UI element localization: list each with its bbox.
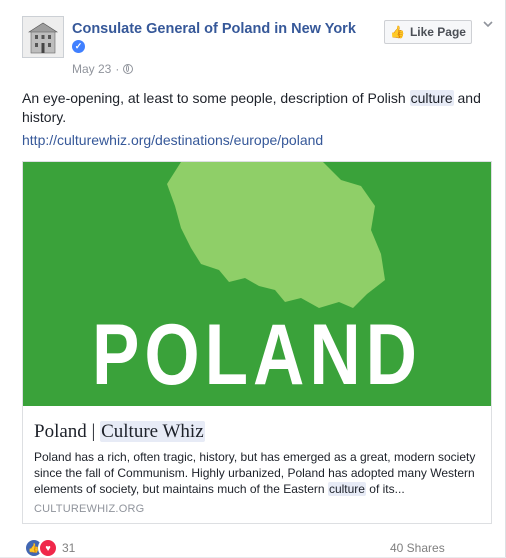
reactions-summary[interactable]: 👍 ♥ 31 — [24, 538, 75, 558]
chevron-down-icon[interactable] — [482, 18, 494, 30]
meta-separator: · — [115, 62, 120, 76]
verified-badge-icon: ✓ — [72, 40, 85, 53]
link-preview-domain: CULTUREWHIZ.ORG — [34, 503, 145, 515]
desc-end: of its... — [365, 482, 405, 496]
post-message: An eye-opening, at least to some people,… — [22, 89, 494, 127]
post-url-link[interactable]: http://culturewhiz.org/destinations/euro… — [22, 132, 323, 148]
reaction-count[interactable]: 31 — [62, 541, 75, 555]
post-meta: May 23 · — [72, 62, 134, 76]
desc-start: Poland has a rich, often tragic, history… — [34, 450, 476, 496]
love-reaction-icon: ♥ — [38, 538, 58, 558]
globe-icon[interactable] — [123, 64, 134, 74]
title-prefix: Poland | — [34, 421, 101, 442]
post-date[interactable]: May 23 — [72, 62, 111, 76]
post-card: Consulate General of Poland in New York … — [0, 0, 506, 558]
link-preview-image[interactable]: POLAND — [23, 162, 491, 406]
desc-highlight-culture[interactable]: culture — [327, 482, 366, 496]
like-page-button[interactable]: 👍 Like Page — [384, 20, 472, 44]
post-text-start: An eye-opening, at least to some people,… — [22, 90, 410, 106]
hero-poland-text: POLAND — [92, 307, 422, 403]
link-preview-card[interactable]: POLAND Poland | Culture Whiz Poland has … — [22, 161, 492, 524]
page-name-link[interactable]: Consulate General of Poland in New York — [72, 21, 356, 37]
link-preview-title[interactable]: Poland | Culture Whiz — [34, 421, 205, 443]
link-preview-description: Poland has a rich, often tragic, history… — [34, 449, 484, 497]
title-highlight[interactable]: Culture Whiz — [100, 421, 205, 442]
like-page-label: Like Page — [409, 25, 466, 39]
shares-count-link[interactable]: 40 Shares — [390, 541, 445, 555]
thumbs-up-icon: 👍 — [390, 25, 405, 39]
page-avatar[interactable] — [22, 16, 64, 58]
hashtag-culture-link[interactable]: culture — [409, 90, 454, 106]
